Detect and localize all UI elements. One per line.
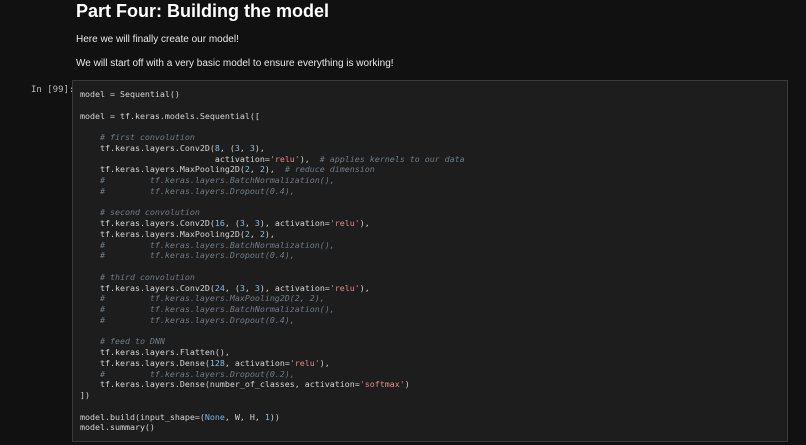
code-token: 'relu' bbox=[269, 153, 300, 164]
code-token: , bbox=[244, 282, 255, 293]
code-token: tf.keras.layers.Conv2D( bbox=[80, 218, 215, 228]
code-token: tf.keras.layers.Conv2D( bbox=[80, 142, 215, 153]
code-token: ), bbox=[264, 164, 285, 175]
code-token: , W, H, bbox=[224, 411, 265, 422]
code-token: # third convolution bbox=[80, 271, 195, 282]
code-token: tf.keras.layers.Dense( bbox=[80, 357, 210, 368]
code-token: tf.keras.layers.MaxPooling2D( bbox=[80, 228, 245, 239]
code-editor[interactable]: model = Sequential()​model = tf.keras.mo… bbox=[80, 89, 465, 433]
code-token: , bbox=[249, 228, 260, 239]
code-token: 'relu' bbox=[289, 357, 320, 368]
code-line: ​ bbox=[80, 326, 465, 337]
code-token: , bbox=[244, 218, 255, 228]
code-line: # third convolution bbox=[80, 272, 465, 283]
code-token: # tf.keras.layers.Dropout(0.4), bbox=[80, 314, 295, 325]
code-line: tf.keras.layers.MaxPooling2D(2, 2), bbox=[80, 229, 465, 240]
code-line: # tf.keras.layers.Dropout(0.4), bbox=[80, 186, 465, 197]
code-token: , bbox=[249, 164, 260, 175]
cell-prompt: In [99]: bbox=[31, 85, 75, 95]
code-token: # tf.keras.layers.Dropout(0.4), bbox=[80, 185, 295, 196]
code-token: None bbox=[204, 411, 225, 422]
code-line: # first convolution bbox=[80, 132, 465, 143]
code-token: # reduce dimension bbox=[284, 164, 375, 175]
section-heading: Part Four: Building the model bbox=[76, 1, 329, 21]
code-token: # first convolution bbox=[80, 132, 195, 142]
code-token: # tf.keras.layers.MaxPooling2D(2, 2), bbox=[80, 293, 325, 304]
code-line: ​ bbox=[80, 261, 465, 272]
code-line: model.build(input_shape=(None, W, H, 1)) bbox=[80, 412, 465, 423]
code-token: ), bbox=[299, 153, 320, 164]
code-token: # tf.keras.layers.BatchNormalization(), bbox=[80, 175, 335, 185]
code-line: model.summary() bbox=[80, 422, 465, 433]
code-token: # tf.keras.layers.BatchNormalization(), bbox=[80, 239, 335, 250]
code-line: model = Sequential() bbox=[80, 89, 465, 100]
code-token: 'relu' bbox=[329, 282, 360, 293]
code-token: )) bbox=[269, 411, 280, 422]
code-token: , ( bbox=[224, 282, 240, 293]
code-line: tf.keras.layers.Conv2D(16, (3, 3), activ… bbox=[80, 218, 465, 229]
code-token: tf.keras.layers.MaxPooling2D( bbox=[80, 164, 245, 175]
code-line: # second convolution bbox=[80, 207, 465, 218]
code-line: # tf.keras.layers.MaxPooling2D(2, 2), bbox=[80, 293, 465, 304]
code-line: tf.keras.layers.Dense(128, activation='r… bbox=[80, 358, 465, 369]
code-token: ), bbox=[264, 228, 275, 239]
code-token: tf.keras.layers.Dense(number_of_classes,… bbox=[80, 379, 360, 390]
code-token: activation= bbox=[80, 153, 270, 164]
code-token: ), activation= bbox=[259, 282, 330, 293]
code-token: tf.keras.layers.Flatten(), bbox=[80, 347, 230, 357]
code-line: # feed to DNN bbox=[80, 336, 465, 347]
code-token: model.summary() bbox=[80, 422, 155, 433]
code-token: ), bbox=[254, 142, 265, 153]
code-token: ), activation= bbox=[259, 218, 330, 228]
code-token: , ( bbox=[224, 218, 240, 228]
code-line: ​ bbox=[80, 197, 465, 208]
code-line: # tf.keras.layers.BatchNormalization(), bbox=[80, 304, 465, 315]
code-token: model = Sequential() bbox=[80, 89, 180, 99]
code-token: ), bbox=[319, 357, 330, 368]
code-token: ]) bbox=[80, 390, 90, 400]
code-line: # tf.keras.layers.Dropout(0.4), bbox=[80, 315, 465, 326]
code-line: ​ bbox=[80, 100, 465, 111]
code-token: , ( bbox=[219, 142, 235, 153]
code-token: , bbox=[239, 142, 250, 153]
code-token: 16 bbox=[214, 218, 225, 228]
code-token: # tf.keras.layers.Dropout(0.4), bbox=[80, 250, 295, 261]
code-token: , activation= bbox=[224, 357, 290, 368]
code-token: # tf.keras.layers.Dropout(0.2), bbox=[80, 368, 295, 379]
code-token: model.build(input_shape=( bbox=[80, 411, 205, 422]
code-token: 128 bbox=[209, 357, 225, 368]
code-line: ]) bbox=[80, 390, 465, 401]
code-token: ) bbox=[404, 379, 410, 390]
code-line: # tf.keras.layers.BatchNormalization(), bbox=[80, 175, 465, 186]
code-token: 24 bbox=[214, 282, 225, 293]
code-token: # applies kernels to our data bbox=[319, 153, 465, 164]
code-token: ), bbox=[359, 218, 370, 228]
code-line: model = tf.keras.models.Sequential([ bbox=[80, 111, 465, 122]
code-line: ​ bbox=[80, 401, 465, 412]
code-token: tf.keras.layers.Conv2D( bbox=[80, 282, 215, 293]
intro-paragraph: Here we will finally create our model! bbox=[76, 34, 239, 45]
code-token: 'relu' bbox=[329, 218, 360, 228]
code-line: tf.keras.layers.MaxPooling2D(2, 2), # re… bbox=[80, 164, 465, 175]
code-token: model = tf.keras.models.Sequential([ bbox=[80, 110, 260, 121]
code-cell[interactable]: model = Sequential()​model = tf.keras.mo… bbox=[72, 80, 788, 442]
code-token: # tf.keras.layers.BatchNormalization(), bbox=[80, 304, 335, 314]
code-line: # tf.keras.layers.Dropout(0.4), bbox=[80, 250, 465, 261]
code-line: tf.keras.layers.Conv2D(8, (3, 3), bbox=[80, 143, 465, 154]
model-paragraph: We will start off with a very basic mode… bbox=[76, 58, 394, 69]
code-line: tf.keras.layers.Flatten(), bbox=[80, 347, 465, 358]
code-line: # tf.keras.layers.BatchNormalization(), bbox=[80, 240, 465, 251]
code-token: 'softmax' bbox=[359, 379, 405, 390]
code-token: # feed to DNN bbox=[80, 336, 165, 347]
code-token: # second convolution bbox=[80, 207, 200, 218]
code-line: tf.keras.layers.Conv2D(24, (3, 3), activ… bbox=[80, 283, 465, 294]
code-line: tf.keras.layers.Dense(number_of_classes,… bbox=[80, 379, 465, 390]
code-token: ), bbox=[359, 282, 370, 293]
code-line: activation='relu'), # applies kernels to… bbox=[80, 154, 465, 165]
code-line: # tf.keras.layers.Dropout(0.2), bbox=[80, 369, 465, 380]
code-line: ​ bbox=[80, 121, 465, 132]
